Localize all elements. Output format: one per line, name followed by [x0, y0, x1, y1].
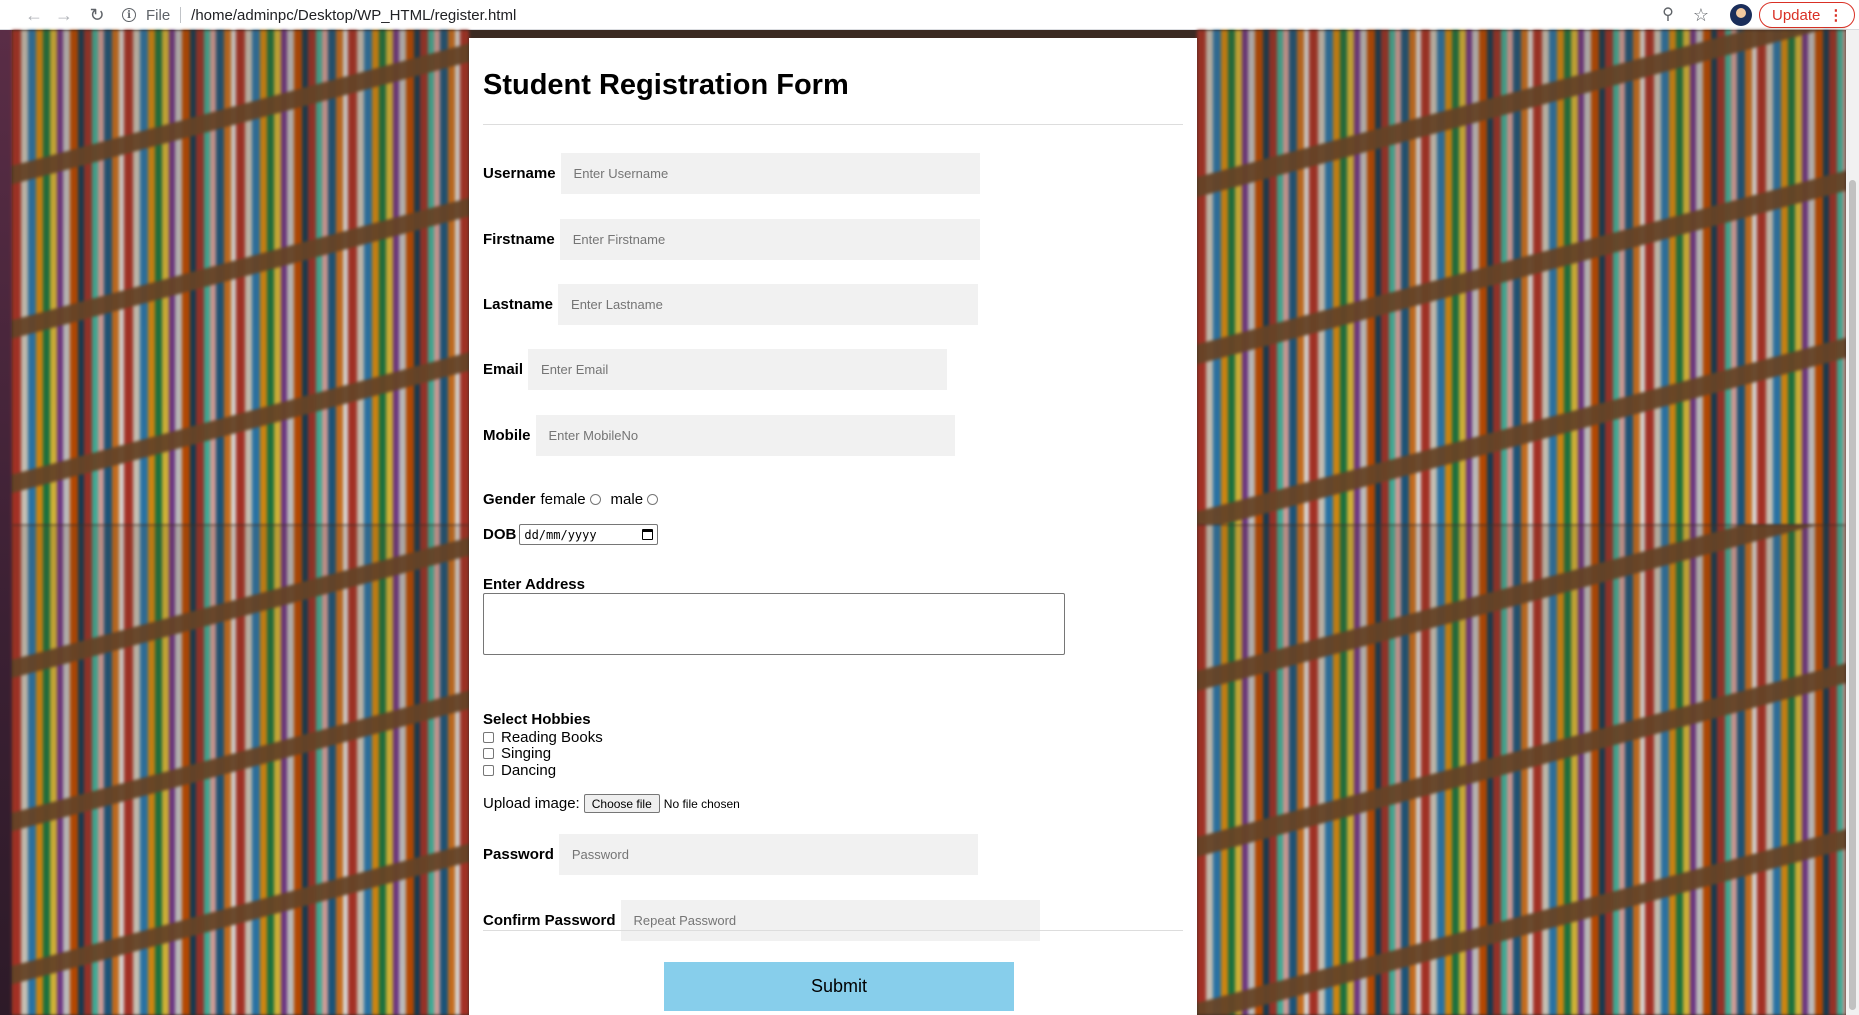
url-text[interactable]: /home/adminpc/Desktop/WP_HTML/register.h…: [191, 7, 516, 24]
upload-label: Upload image:: [483, 795, 580, 812]
email-input[interactable]: [528, 349, 948, 390]
calendar-icon[interactable]: [642, 529, 654, 540]
email-row: Email: [483, 349, 948, 390]
hobby-reading-row: Reading Books: [483, 729, 603, 746]
mobile-label: Mobile: [483, 427, 531, 444]
hobby-reading-checkbox[interactable]: [483, 732, 494, 743]
mobile-input[interactable]: [535, 415, 955, 456]
email-label: Email: [483, 361, 524, 378]
password-row: Password: [483, 834, 978, 875]
menu-icon[interactable]: ⋮: [1828, 6, 1843, 24]
username-label: Username: [483, 165, 556, 182]
address-label: Enter Address: [483, 576, 585, 593]
form-title: Student Registration Form: [483, 69, 849, 101]
password-input[interactable]: [558, 834, 978, 875]
address-label-row: Enter Address: [483, 576, 590, 593]
dob-label: DOB: [483, 526, 517, 543]
hobby-dancing-label: Dancing: [501, 762, 557, 779]
update-button[interactable]: Update ⋮: [1759, 2, 1855, 28]
gender-option-male-label: male: [610, 491, 644, 508]
file-status-text: No file chosen: [663, 796, 740, 811]
scrollbar-thumb[interactable]: [1849, 180, 1856, 1010]
dob-value: dd/mm/yyyy: [524, 527, 597, 542]
gender-option-female-label: female: [540, 491, 586, 508]
username-row: Username: [483, 153, 980, 194]
hobbies-label-row: Select Hobbies: [483, 711, 596, 728]
update-label: Update: [1772, 6, 1821, 24]
bookshelf-background-top-right: [1197, 30, 1846, 525]
hobby-reading-label: Reading Books: [501, 729, 603, 746]
hobby-dancing-checkbox[interactable]: [483, 765, 494, 776]
browser-toolbar: ← → ↻ i File /home/adminpc/Desktop/WP_HT…: [0, 0, 1859, 30]
confirm-password-input[interactable]: [620, 900, 1040, 941]
reload-icon[interactable]: ↻: [85, 3, 109, 27]
bookshelf-background-top-left: [12, 30, 469, 525]
hobby-singing-label: Singing: [501, 745, 552, 762]
address-textarea[interactable]: [483, 593, 1065, 655]
gender-female-radio[interactable]: [589, 494, 601, 505]
password-label: Password: [483, 846, 554, 863]
submit-divider: [483, 930, 1183, 931]
gender-row: Gender female male: [483, 491, 659, 508]
title-divider: [483, 124, 1183, 125]
avatar[interactable]: [1730, 4, 1752, 26]
back-icon[interactable]: ←: [22, 3, 46, 27]
gender-label: Gender: [483, 491, 536, 508]
star-icon[interactable]: ☆: [1689, 3, 1713, 27]
registration-form-panel: Student Registration Form Username First…: [469, 38, 1197, 1015]
mobile-row: Mobile: [483, 415, 955, 456]
info-icon[interactable]: i: [122, 8, 136, 22]
username-input[interactable]: [560, 153, 980, 194]
gender-male-radio[interactable]: [647, 494, 659, 505]
address-bar[interactable]: i File /home/adminpc/Desktop/WP_HTML/reg…: [122, 3, 1682, 27]
bookshelf-background-bottom-left: [12, 525, 469, 1015]
confirm-password-label: Confirm Password: [483, 912, 616, 929]
bookshelf-background-bottom-right: [1197, 525, 1846, 1015]
forward-icon[interactable]: →: [52, 3, 76, 27]
firstname-row: Firstname: [483, 219, 980, 260]
dob-date-input[interactable]: dd/mm/yyyy: [519, 524, 659, 545]
confirm-password-row: Confirm Password: [483, 900, 1040, 941]
submit-button[interactable]: Submit: [664, 962, 1014, 1011]
hobby-dancing-row: Dancing: [483, 762, 556, 779]
hobby-singing-row: Singing: [483, 745, 551, 762]
choose-file-button[interactable]: Choose file: [583, 794, 660, 813]
scheme-label: File: [146, 6, 171, 24]
firstname-input[interactable]: [559, 219, 980, 260]
lastname-label: Lastname: [483, 296, 554, 313]
hobbies-label: Select Hobbies: [483, 711, 591, 728]
firstname-label: Firstname: [483, 231, 555, 248]
lastname-row: Lastname: [483, 284, 979, 325]
hobby-singing-checkbox[interactable]: [483, 748, 494, 759]
zoom-icon[interactable]: ⚲: [1656, 3, 1680, 27]
lastname-input[interactable]: [558, 284, 979, 325]
dob-row: DOB dd/mm/yyyy: [483, 524, 659, 545]
upload-row: Upload image: Choose file No file chosen: [483, 794, 740, 813]
desktop-edge: [0, 30, 12, 1015]
omnibox-divider: [180, 7, 182, 23]
